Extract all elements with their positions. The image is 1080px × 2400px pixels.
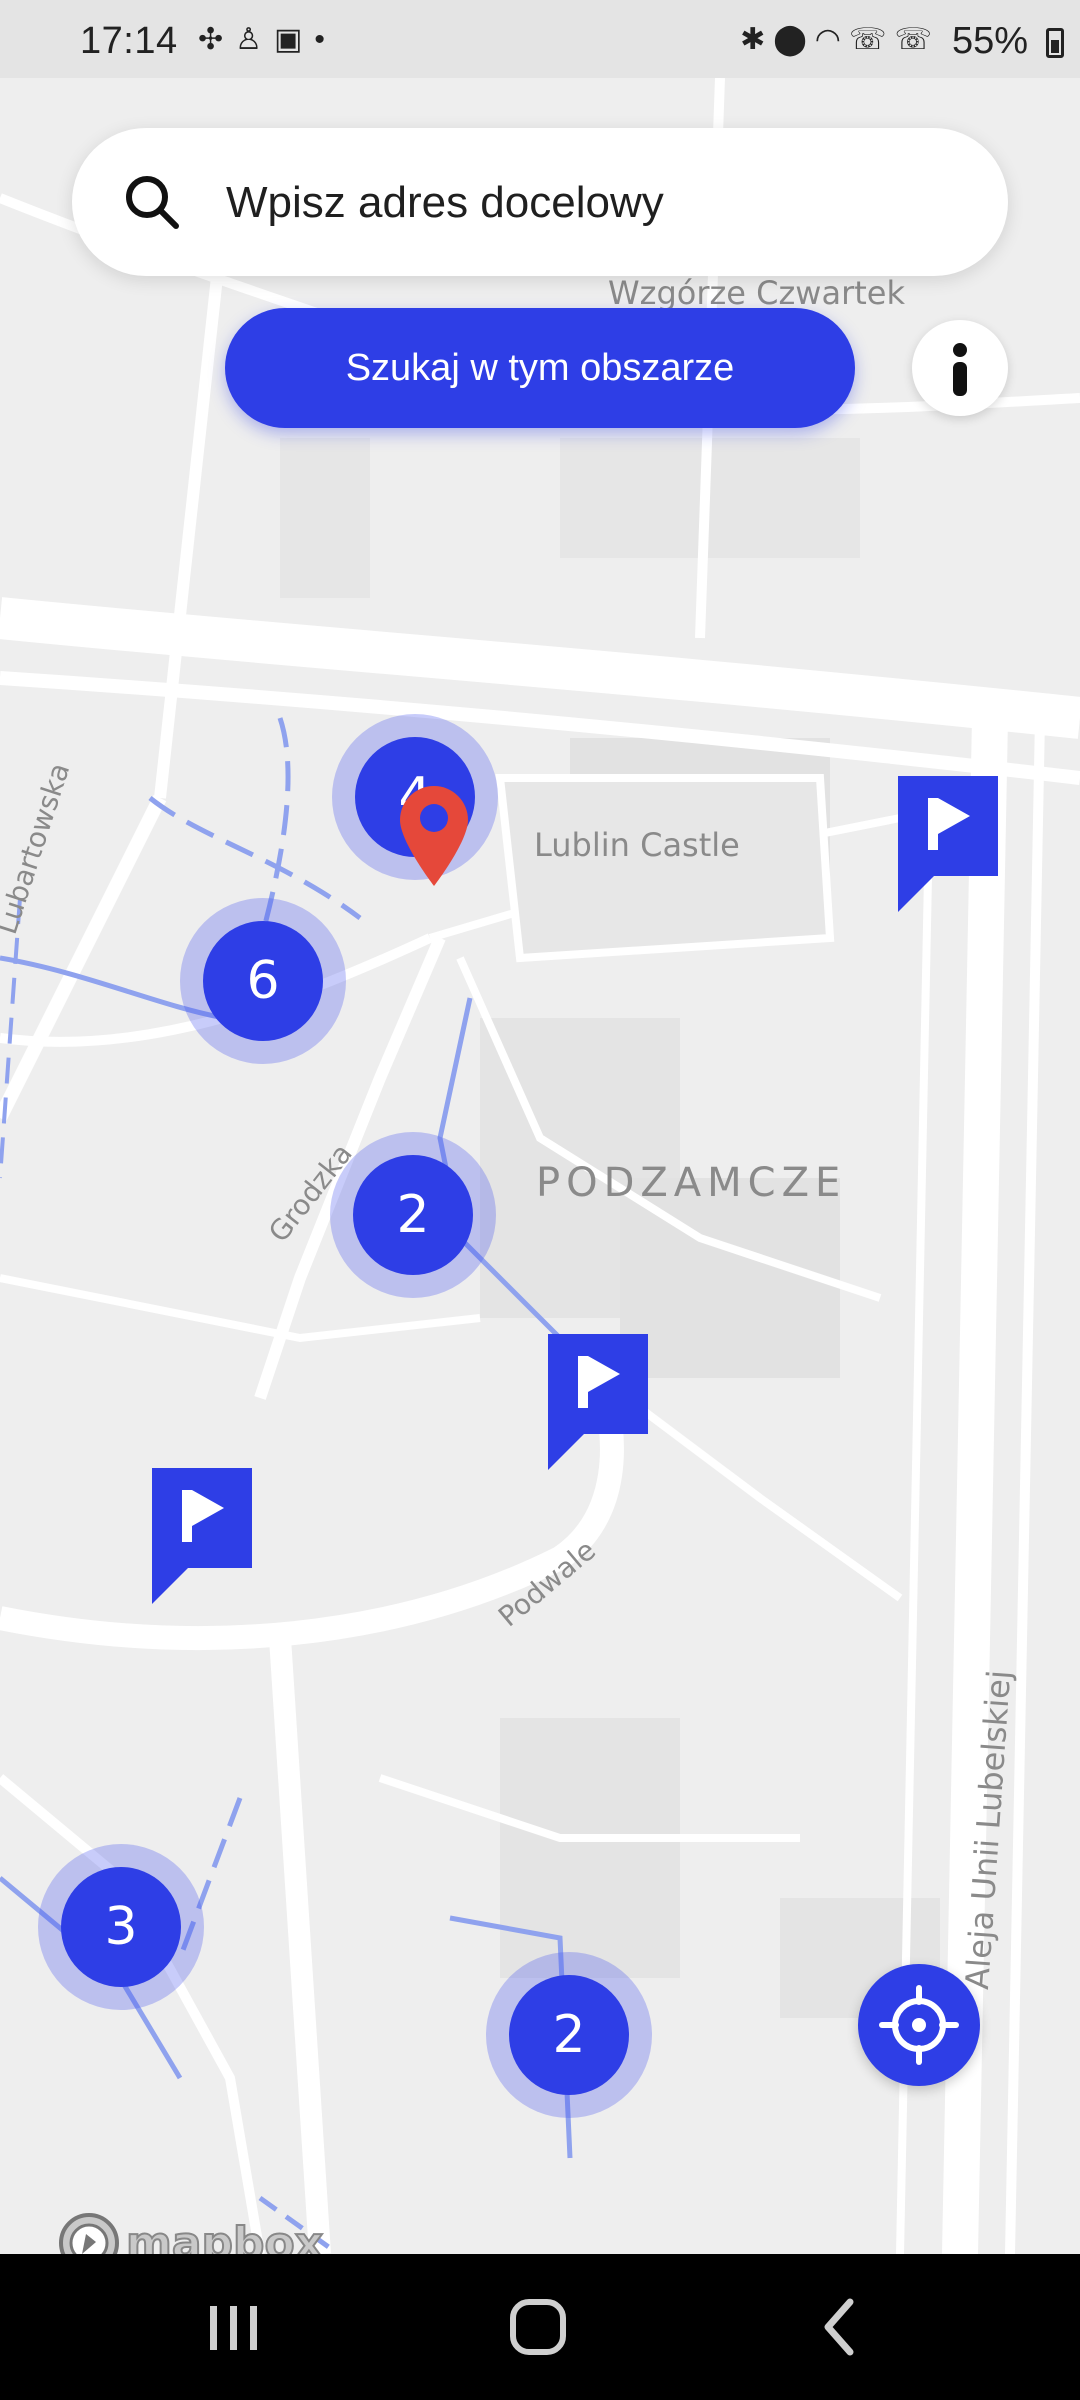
parking-marker[interactable] bbox=[548, 1334, 648, 1470]
status-bar: 17:14 ✣♙▣• ✱⬤◠☏☏ 55% bbox=[0, 0, 1080, 78]
mapbox-logo: mapbox bbox=[58, 2208, 324, 2255]
person-icon: ♙ bbox=[235, 23, 275, 56]
parking-cluster[interactable]: 2 bbox=[330, 1132, 496, 1298]
call-sim2-icon: ☏ bbox=[894, 23, 940, 56]
search-input[interactable] bbox=[224, 174, 968, 232]
mapbox-wordmark: mapbox bbox=[125, 2217, 324, 2255]
bluetooth-icon: ✱ bbox=[740, 23, 774, 56]
mapbox-icon bbox=[59, 2213, 119, 2254]
parking-marker[interactable] bbox=[898, 776, 998, 912]
cluster-count: 3 bbox=[61, 1867, 181, 1987]
back-button[interactable] bbox=[780, 2284, 900, 2370]
home-button[interactable] bbox=[478, 2284, 598, 2370]
map-label-wzgorze: Wzgórze Czwartek bbox=[608, 274, 905, 312]
slack-icon: ✣ bbox=[198, 23, 236, 56]
map-label-castle: Lublin Castle bbox=[534, 826, 740, 864]
parking-cluster[interactable]: 6 bbox=[180, 898, 346, 1064]
map-label-podzamcze: PODZAMCZE bbox=[536, 1160, 847, 1206]
crosshair-icon bbox=[879, 1985, 959, 2065]
search-icon bbox=[126, 176, 179, 229]
notification-icons: ✣♙▣• bbox=[198, 22, 337, 57]
search-area-button[interactable]: Szukaj w tym obszarze bbox=[225, 308, 855, 428]
recent-apps-button[interactable] bbox=[174, 2284, 294, 2370]
call-sim1-icon: ☏ bbox=[848, 23, 895, 56]
back-icon bbox=[824, 2298, 854, 2356]
wifi-icon: ◠ bbox=[814, 23, 849, 56]
search-bar[interactable] bbox=[72, 128, 1008, 276]
system-nav-bar bbox=[0, 2254, 1080, 2400]
battery-icon bbox=[1046, 28, 1064, 58]
cluster-count: 2 bbox=[509, 1975, 629, 2095]
parking-marker[interactable] bbox=[152, 1468, 252, 1604]
location-icon: ⬤ bbox=[773, 23, 815, 56]
recent-apps-icon bbox=[210, 2306, 257, 2350]
cluster-count: 2 bbox=[353, 1155, 473, 1275]
parking-cluster[interactable]: 3 bbox=[38, 1844, 204, 2010]
cluster-count: 6 bbox=[203, 921, 323, 1041]
home-icon bbox=[510, 2299, 566, 2355]
battery-percent: 55% bbox=[951, 20, 1028, 62]
info-icon bbox=[953, 343, 967, 396]
system-icons: ✱⬤◠☏☏ bbox=[740, 22, 940, 57]
parking-cluster[interactable]: 2 bbox=[486, 1952, 652, 2118]
dot-icon: • bbox=[314, 23, 337, 56]
video-icon: ▣ bbox=[274, 23, 315, 56]
info-button[interactable] bbox=[912, 320, 1008, 416]
map-pin-icon[interactable] bbox=[396, 784, 472, 888]
status-time: 17:14 bbox=[80, 20, 178, 62]
my-location-button[interactable] bbox=[858, 1964, 980, 2086]
